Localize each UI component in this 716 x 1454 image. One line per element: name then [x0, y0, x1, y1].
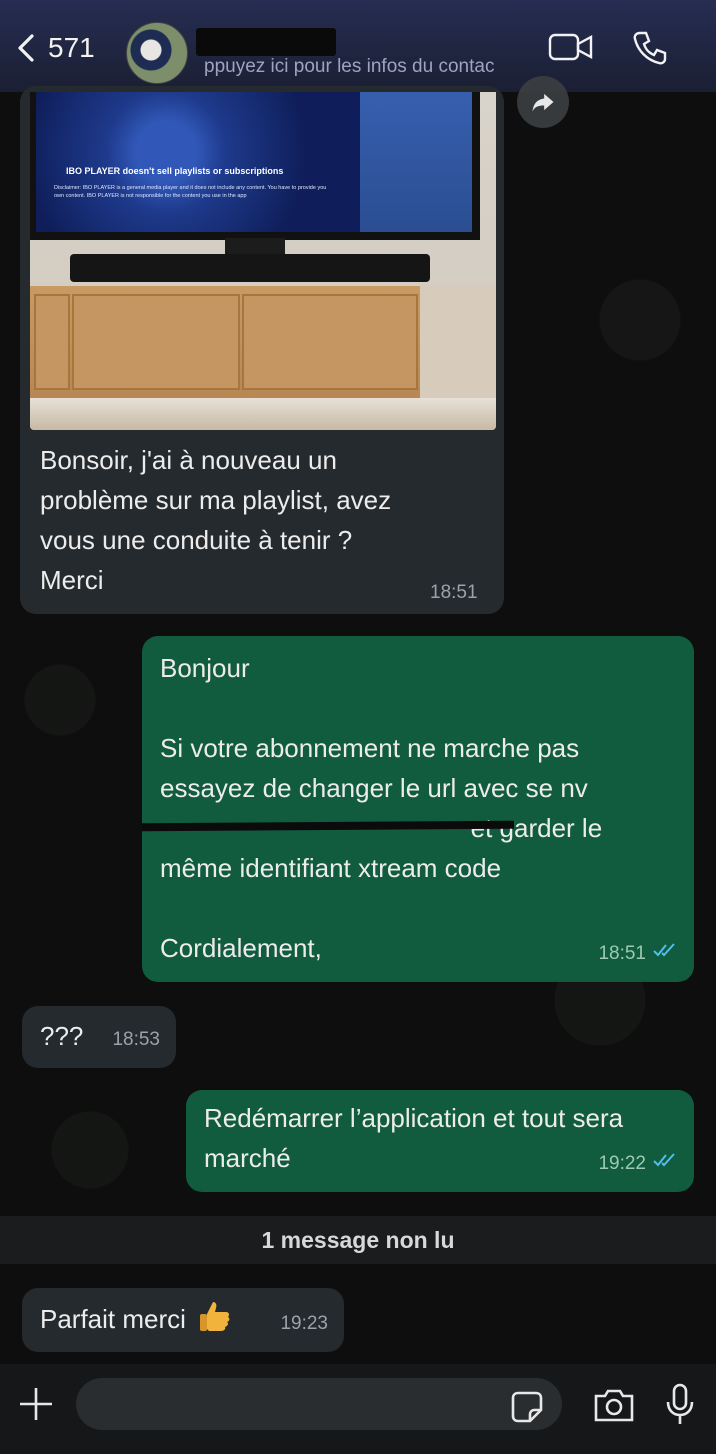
screen-title: IBO PLAYER doesn't sell playlists or sub…	[66, 166, 284, 176]
contact-avatar[interactable]	[126, 22, 188, 84]
chat-header: 571 ppuyez ici pour les infos du contac	[0, 0, 716, 92]
outgoing-message[interactable]: Bonjour Si votre abonnement ne marche pa…	[142, 636, 694, 982]
thumbs-up-emoji	[200, 1302, 230, 1331]
forward-icon	[532, 93, 554, 112]
read-ticks-icon	[652, 1144, 678, 1184]
camera-button[interactable]	[592, 1386, 636, 1424]
unread-label: 1 message non lu	[261, 1226, 455, 1253]
unread-divider: 1 message non lu	[0, 1216, 716, 1264]
message-time: 18:51	[430, 582, 478, 603]
forward-button[interactable]	[517, 76, 569, 128]
message-meta: 19:23	[280, 1304, 328, 1344]
incoming-message[interactable]: Parfait merci 19:23	[22, 1288, 344, 1352]
phone-icon	[633, 31, 667, 65]
message-time: 18:53	[112, 1029, 160, 1050]
plus-icon	[20, 1388, 52, 1420]
message-text: Parfait merci	[40, 1304, 186, 1334]
message-meta: 18:51	[598, 934, 678, 974]
voice-message-button[interactable]	[664, 1382, 696, 1428]
message-time: 19:22	[598, 1153, 646, 1174]
read-ticks-icon	[652, 934, 678, 974]
attach-button[interactable]	[16, 1384, 56, 1424]
contact-info-hint[interactable]: ppuyez ici pour les infos du contac	[204, 56, 534, 78]
message-input[interactable]	[76, 1378, 562, 1430]
contact-name-redacted[interactable]	[196, 28, 336, 56]
message-text: Bonjour Si votre abonnement ne marche pa…	[160, 653, 603, 963]
message-time: 19:23	[280, 1313, 328, 1334]
back-button[interactable]: 571	[14, 30, 95, 66]
sticker-button[interactable]	[510, 1390, 544, 1424]
incoming-message[interactable]: ??? 18:53	[22, 1006, 176, 1068]
mic-icon	[666, 1383, 694, 1424]
message-text: Bonsoir, j'ai à nouveau un problème sur …	[40, 445, 392, 595]
outgoing-message[interactable]: Redémarrer l’application et tout sera ma…	[186, 1090, 694, 1192]
tv-image: IBO PLAYER doesn't sell playlists or sub…	[30, 92, 480, 240]
screen-disclaimer: Disclaimer: IBO PLAYER is a general medi…	[54, 185, 327, 199]
message-meta: 19:22	[598, 1144, 678, 1184]
camera-icon	[594, 1389, 634, 1422]
chevron-left-icon	[18, 34, 34, 62]
composer-bar	[0, 1364, 716, 1454]
photo-attachment[interactable]: IBO PLAYER doesn't sell playlists or sub…	[30, 92, 496, 430]
unread-count: 571	[48, 32, 95, 63]
message-time: 18:51	[598, 943, 646, 964]
sticker-icon	[511, 1391, 543, 1423]
voice-call-button[interactable]	[632, 30, 668, 71]
video-call-button[interactable]	[548, 32, 594, 67]
message-meta: 18:53	[112, 1020, 160, 1060]
video-call-icon	[548, 33, 593, 61]
